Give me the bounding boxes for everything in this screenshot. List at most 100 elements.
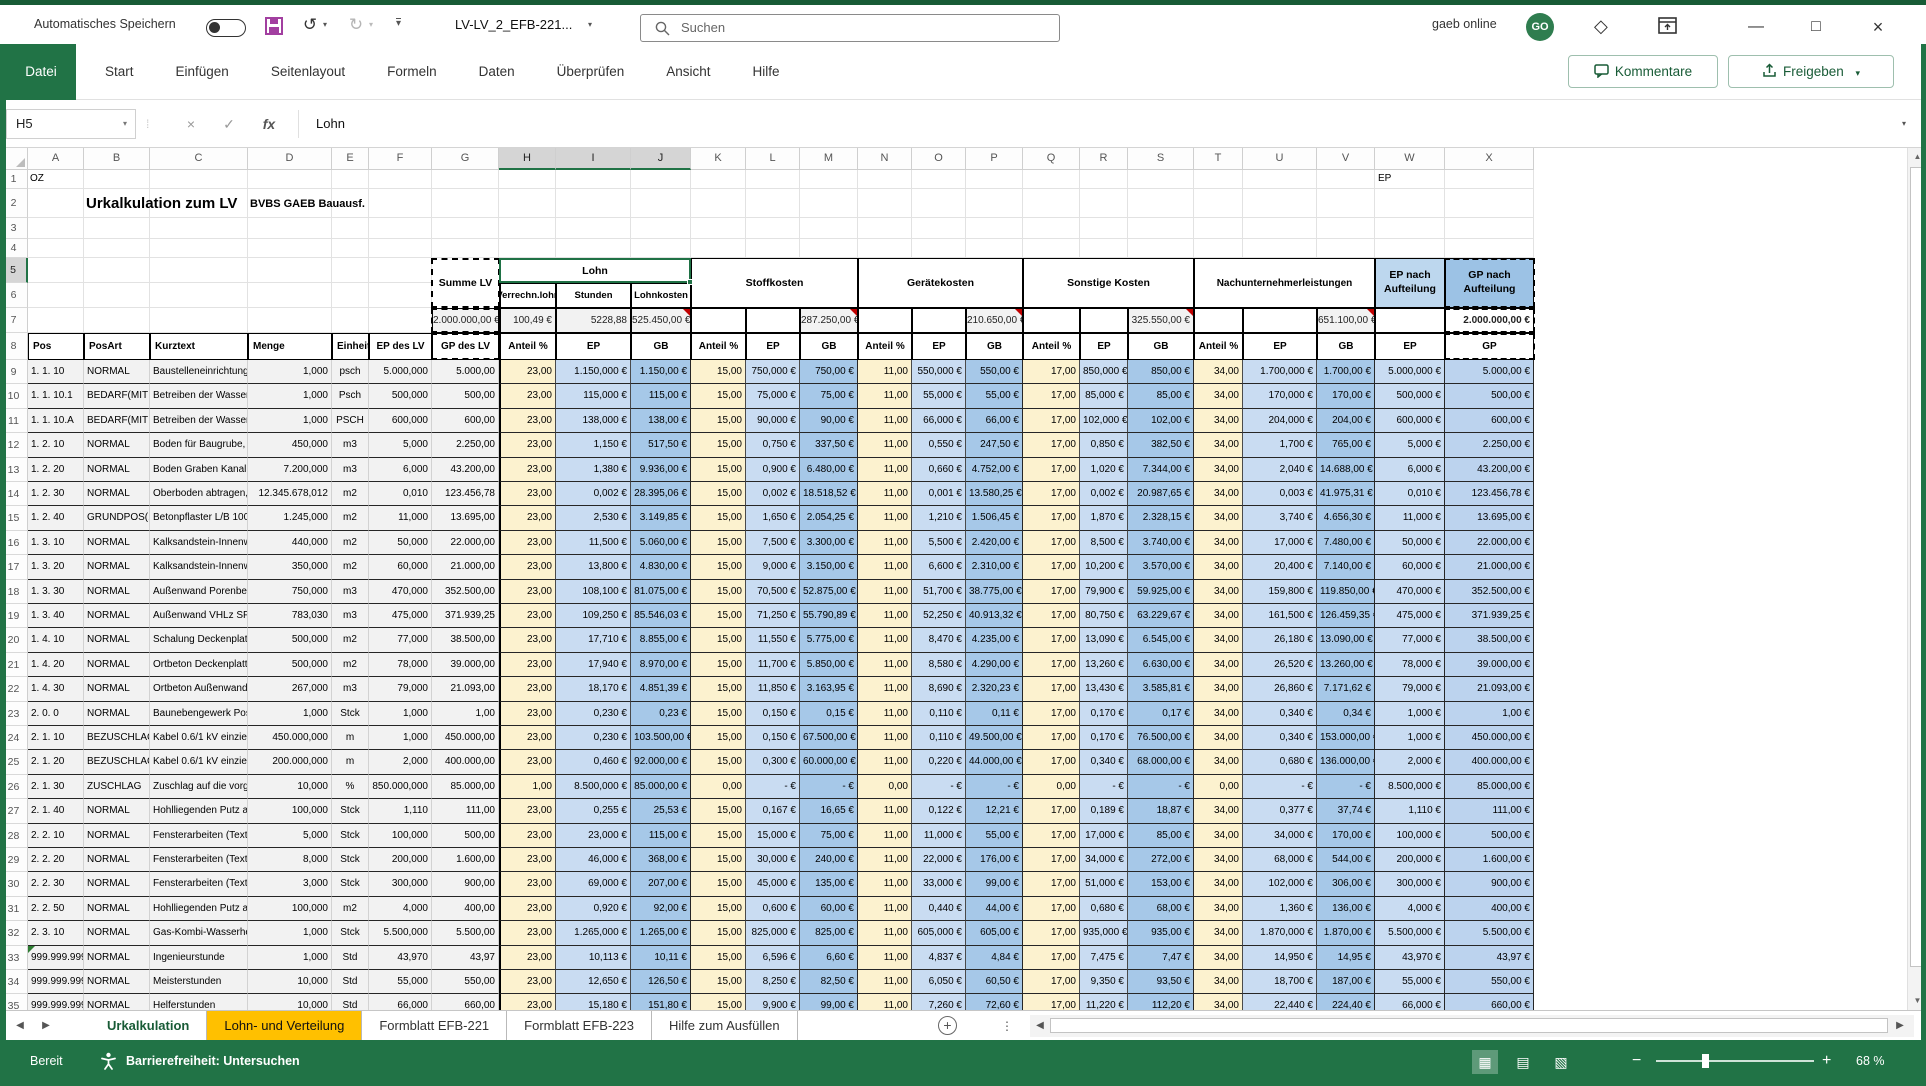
cell[interactable] <box>966 189 1023 218</box>
cell[interactable] <box>499 239 556 258</box>
cell[interactable]: NORMAL <box>84 946 150 970</box>
name-box-dropdown-icon[interactable]: ▾ <box>123 110 127 138</box>
cell[interactable]: 1.150,00 € <box>631 360 691 384</box>
cell[interactable] <box>28 189 84 218</box>
geraetekosten-value[interactable]: 210.650,00 € <box>966 308 1023 333</box>
cell[interactable]: Stck <box>332 872 369 896</box>
cell[interactable]: 0,010 <box>369 482 432 506</box>
stoffkosten-value[interactable]: 287.250,00 € <box>800 308 858 333</box>
cell[interactable]: 2,040 € <box>1243 458 1317 482</box>
cell[interactable]: 34,00 <box>1194 946 1243 970</box>
cell[interactable]: 7.140,00 € <box>1317 555 1375 579</box>
lohn-group-header[interactable]: Lohn <box>499 258 691 283</box>
cell[interactable] <box>150 239 248 258</box>
cell[interactable]: 5.500,00 € <box>1445 921 1534 945</box>
cell[interactable]: 15,00 <box>691 653 746 677</box>
cell[interactable]: 170,00 € <box>1317 384 1375 408</box>
cell[interactable]: 15,00 <box>691 628 746 652</box>
cell[interactable]: 0,15 € <box>800 702 858 726</box>
cell[interactable]: 207,00 € <box>631 872 691 896</box>
cell[interactable]: 23,00 <box>499 946 556 970</box>
cell[interactable]: 2.420,00 € <box>966 531 1023 555</box>
cell[interactable]: 43,970 <box>369 946 432 970</box>
cell[interactable]: 6.545,00 € <box>1128 628 1194 652</box>
cell[interactable] <box>1375 308 1445 333</box>
cell[interactable]: ZUSCHLAG <box>84 775 150 799</box>
cell[interactable] <box>248 218 332 239</box>
cancel-icon[interactable]: × <box>176 109 206 139</box>
cell[interactable]: 176,00 € <box>966 848 1023 872</box>
cell[interactable]: NORMAL <box>84 897 150 921</box>
cell[interactable]: 0,920 € <box>556 897 631 921</box>
name-box-splitter[interactable]: ⁞ <box>146 109 149 139</box>
cell[interactable]: 400.000,00 <box>432 750 499 774</box>
cell[interactable]: 15,00 <box>691 824 746 848</box>
avatar[interactable]: GO <box>1526 13 1554 41</box>
cell[interactable]: 1,000 <box>248 409 332 433</box>
cell[interactable]: 3.740,00 € <box>1128 531 1194 555</box>
cell[interactable]: 0,440 € <box>912 897 966 921</box>
cell[interactable] <box>1194 218 1243 239</box>
cell[interactable] <box>1375 218 1445 239</box>
cell[interactable]: 999.999.9999.z <box>28 994 84 1010</box>
cell[interactable]: 1. 3. 40 <box>28 604 84 628</box>
cell[interactable]: 825,000 € <box>746 921 800 945</box>
cell[interactable] <box>746 308 800 333</box>
cell[interactable]: 68.000,00 € <box>1128 750 1194 774</box>
tab-start[interactable]: Start <box>84 44 155 100</box>
cell[interactable] <box>1445 189 1534 218</box>
cell[interactable]: 11,000 € <box>912 824 966 848</box>
cell[interactable]: 5.775,00 € <box>800 628 858 652</box>
cell[interactable]: 43.200,00 <box>432 458 499 482</box>
cell[interactable]: 1.245,000 <box>248 506 332 530</box>
cell[interactable]: 0,340 € <box>1243 726 1317 750</box>
cell[interactable]: 204,00 € <box>1317 409 1375 433</box>
cell[interactable]: 34,00 <box>1194 921 1243 945</box>
cell[interactable]: 115,000 € <box>556 384 631 408</box>
cell[interactable] <box>556 170 631 189</box>
cell[interactable]: 18,170 € <box>556 677 631 701</box>
cell[interactable]: 0,110 € <box>912 726 966 750</box>
cell[interactable]: 37,74 € <box>1317 799 1375 823</box>
cell[interactable]: 23,00 <box>499 921 556 945</box>
cell[interactable] <box>432 239 499 258</box>
cell[interactable]: 5.000,000 <box>369 360 432 384</box>
cell[interactable]: 69,000 € <box>556 872 631 896</box>
cell[interactable]: 11,500 € <box>556 531 631 555</box>
cell[interactable]: 34,00 <box>1194 677 1243 701</box>
cell[interactable]: 23,00 <box>499 677 556 701</box>
cell[interactable]: 16,65 € <box>800 799 858 823</box>
cell[interactable]: 115,00 € <box>631 824 691 848</box>
cell[interactable]: 21.093,00 € <box>1445 677 1534 701</box>
cell[interactable]: - € <box>1128 775 1194 799</box>
cell[interactable]: 1,00 € <box>1445 702 1534 726</box>
stunden-value[interactable]: 5228,88 <box>556 308 631 333</box>
cell[interactable]: 1. 4. 20 <box>28 653 84 677</box>
comments-button[interactable]: Kommentare <box>1568 55 1718 88</box>
cell[interactable]: 34,00 <box>1194 799 1243 823</box>
tab-hilfe[interactable]: Hilfe <box>732 44 801 100</box>
cell[interactable]: 60,000 € <box>1375 555 1445 579</box>
cell[interactable]: 8,250 € <box>746 970 800 994</box>
cell[interactable]: 17,00 <box>1023 824 1080 848</box>
cell[interactable]: 15,00 <box>691 848 746 872</box>
cell[interactable]: 1.870,00 € <box>1317 921 1375 945</box>
cell[interactable]: m <box>332 726 369 750</box>
cell[interactable]: 15,00 <box>691 921 746 945</box>
ep-nach-aufteilung-header[interactable]: EP nach Aufteilung <box>1375 258 1445 308</box>
cell[interactable]: 13,800 € <box>556 555 631 579</box>
cell[interactable]: 77,000 <box>369 628 432 652</box>
cell[interactable]: Fensterarbeiten (Textergänzun <box>150 824 248 848</box>
cell[interactable] <box>28 308 84 333</box>
cell[interactable] <box>248 283 332 308</box>
nachunternehmer-value[interactable]: 651.100,00 € <box>1317 308 1375 333</box>
cell[interactable]: 400.000,00 € <box>1445 750 1534 774</box>
cell[interactable]: Std <box>332 946 369 970</box>
column-header-U[interactable]: U <box>1243 148 1317 170</box>
cell[interactable]: 17,000 € <box>1243 531 1317 555</box>
cell[interactable] <box>332 258 369 283</box>
cell[interactable] <box>150 308 248 333</box>
cell[interactable]: NORMAL <box>84 921 150 945</box>
cell[interactable]: 60,00 € <box>800 897 858 921</box>
cell[interactable]: 17,00 <box>1023 653 1080 677</box>
